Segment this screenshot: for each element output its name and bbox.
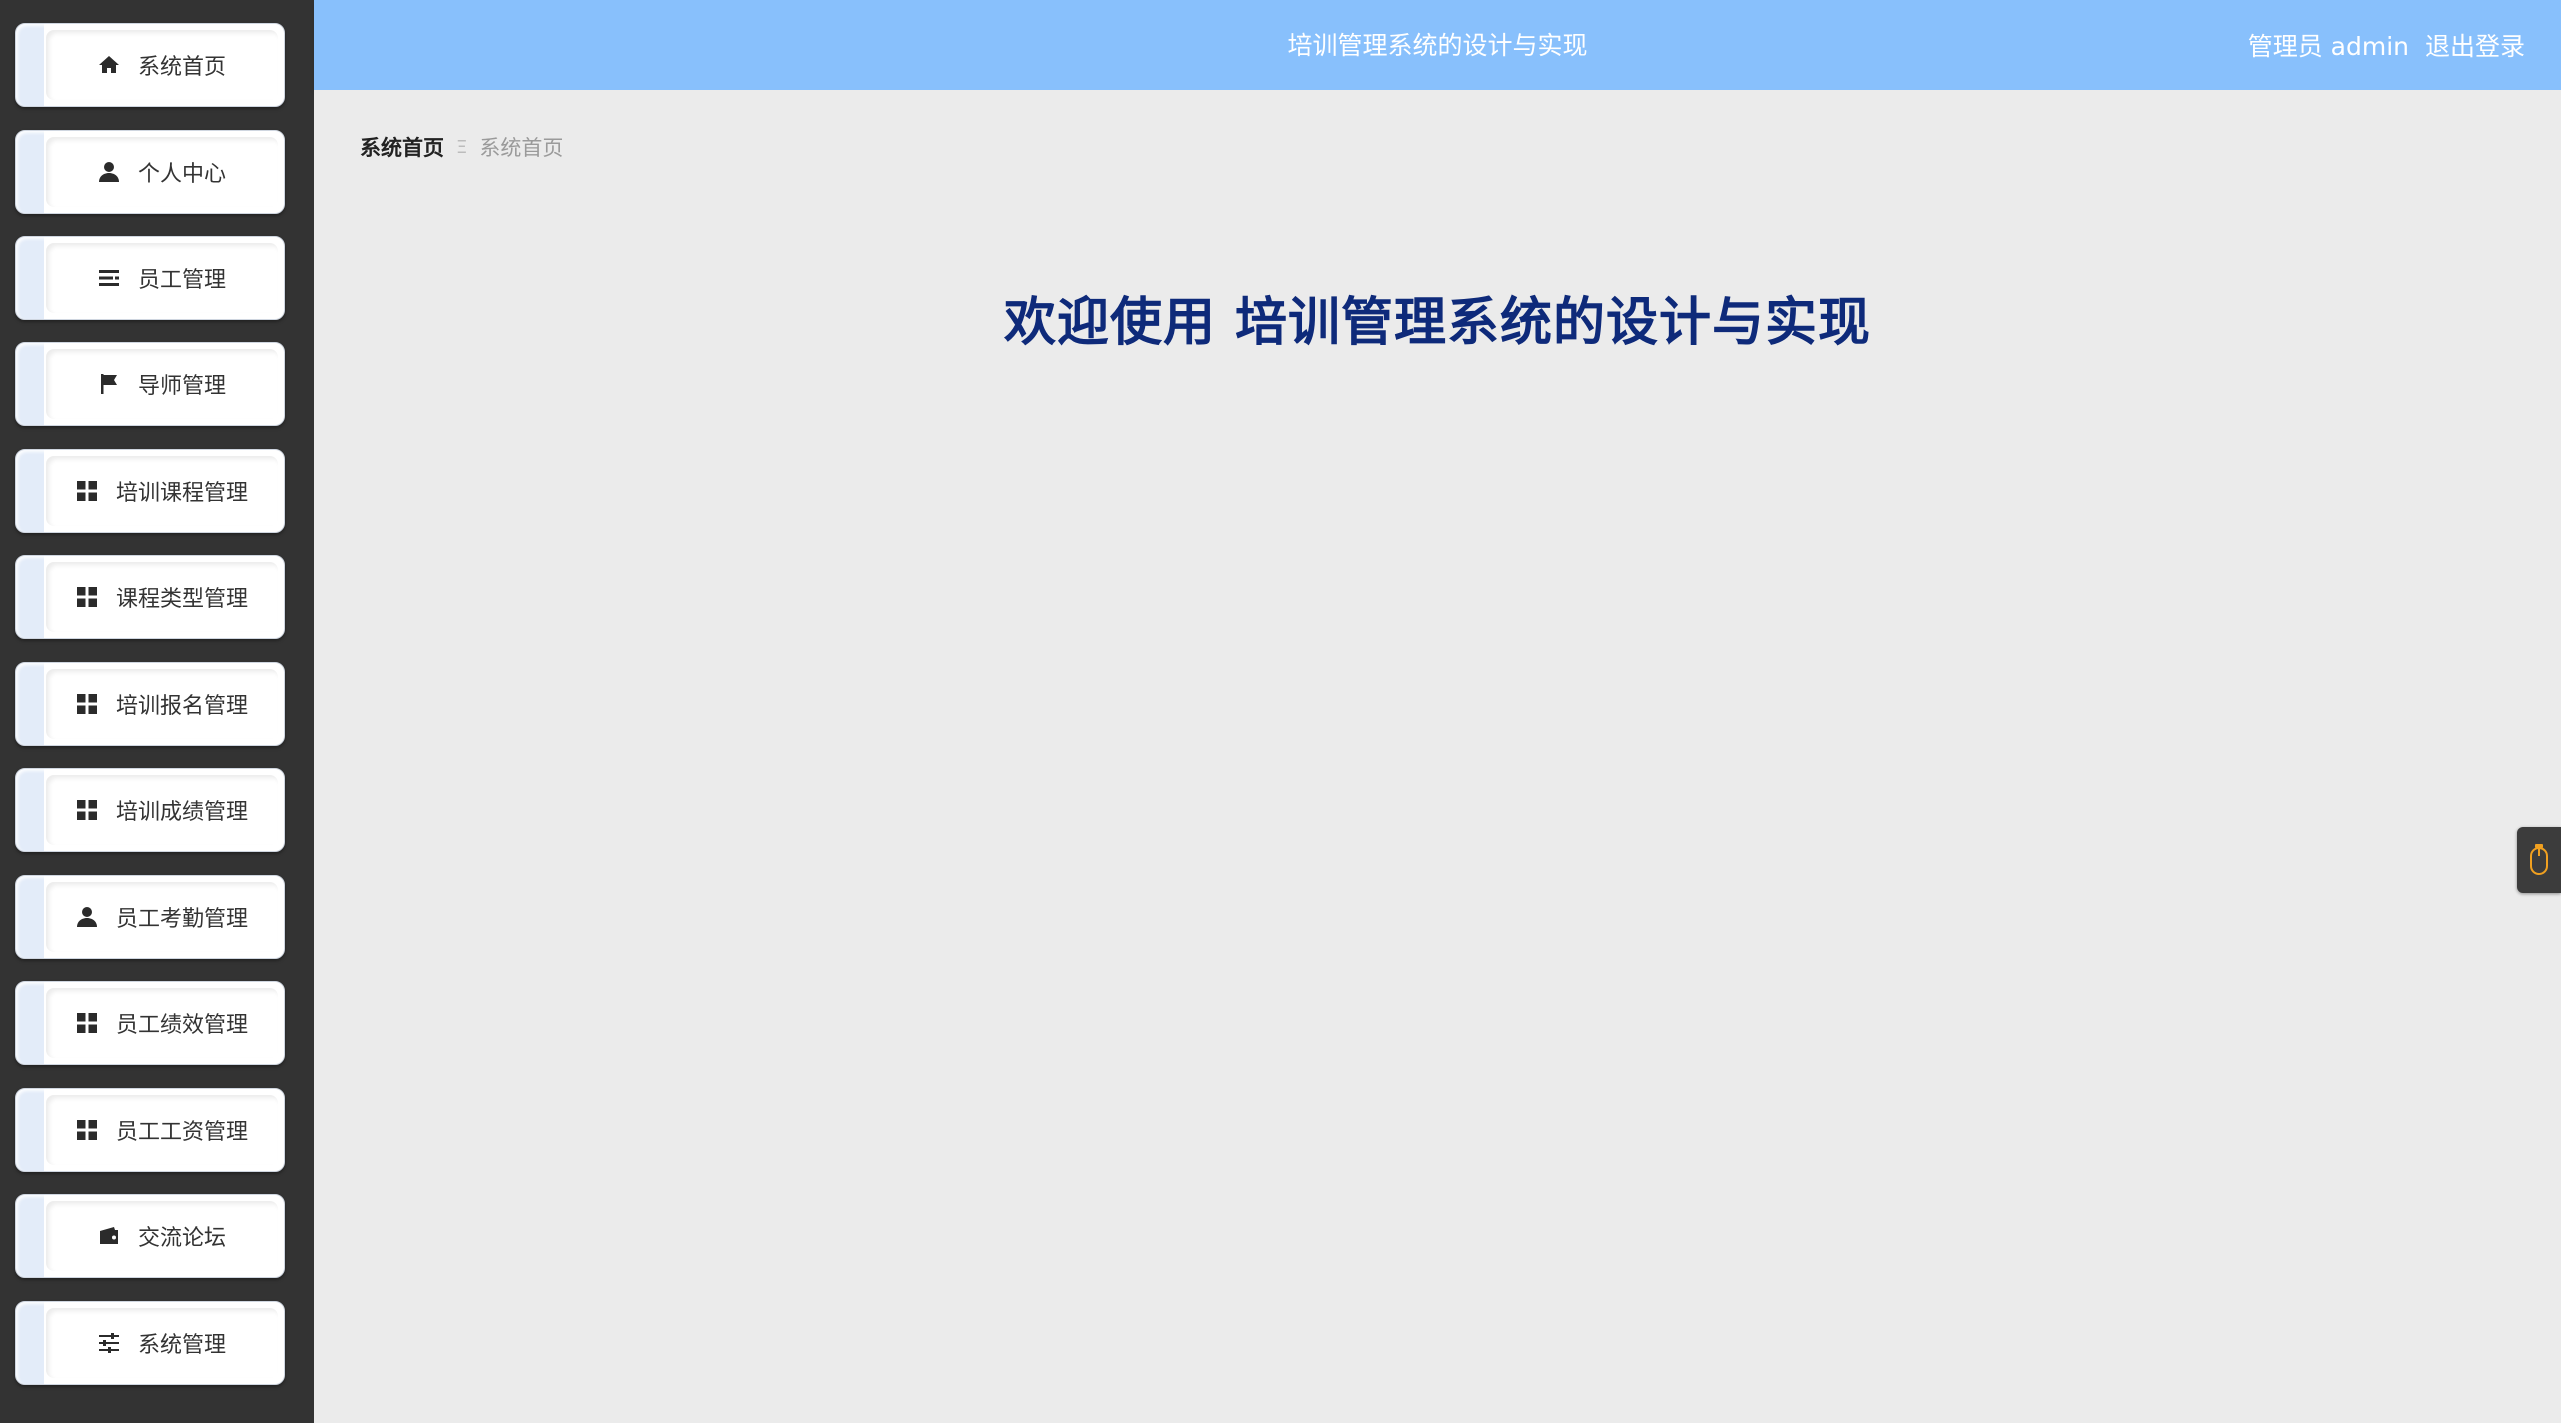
sidebar-item-course[interactable]: 培训课程管理 (15, 449, 285, 533)
sidebar-item-salary[interactable]: 员工工资管理 (15, 1088, 285, 1172)
sidebar-item-label: 员工工资管理 (115, 1120, 248, 1145)
user-area: 管理员 admin 退出登录 (2248, 0, 2525, 90)
floating-toolbar-button[interactable] (2517, 827, 2561, 893)
list-icon (96, 265, 122, 291)
grid-icon (74, 584, 100, 610)
sidebar-item-enrollment[interactable]: 培训报名管理 (15, 662, 285, 746)
sidebar-item-course-type[interactable]: 课程类型管理 (15, 555, 285, 639)
current-user: 管理员 admin (2247, 32, 2409, 61)
main-content: 系统首页 Ξ 系统首页 欢迎使用 培训管理系统的设计与实现 (314, 90, 2561, 1423)
top-header: 培训管理系统的设计与实现 管理员 admin 退出登录 (314, 0, 2561, 90)
wallet-icon (96, 1223, 122, 1249)
grid-icon (74, 478, 100, 504)
user-icon (74, 904, 100, 930)
sidebar-item-label: 交流论坛 (137, 1226, 226, 1251)
sidebar-item-employee[interactable]: 员工管理 (15, 236, 285, 320)
sidebar-item-label: 课程类型管理 (115, 587, 248, 612)
sidebar-item-score[interactable]: 培训成绩管理 (15, 768, 285, 852)
sidebar-item-label: 导师管理 (137, 374, 226, 399)
grid-icon (74, 1010, 100, 1036)
mouse-icon (2530, 844, 2548, 875)
breadcrumb: 系统首页 Ξ 系统首页 (360, 132, 563, 162)
sidebar-item-mentor[interactable]: 导师管理 (15, 342, 285, 426)
sidebar-item-label: 系统首页 (137, 55, 226, 80)
flag-icon (96, 371, 122, 397)
sidebar-item-label: 培训报名管理 (115, 694, 248, 719)
grid-icon (74, 797, 100, 823)
logout-button[interactable]: 退出登录 (2425, 27, 2525, 63)
breadcrumb-home-link[interactable]: 系统首页 (360, 132, 444, 162)
sidebar-item-home[interactable]: 系统首页 (15, 23, 285, 107)
sidebar-item-label: 培训成绩管理 (115, 800, 248, 825)
app-title: 培训管理系统的设计与实现 (1287, 31, 1588, 60)
welcome-heading: 欢迎使用 培训管理系统的设计与实现 (1003, 293, 1872, 353)
sidebar-item-label: 个人中心 (137, 162, 226, 187)
breadcrumb-separator: Ξ (456, 136, 468, 158)
sidebar-item-system[interactable]: 系统管理 (15, 1301, 285, 1385)
grid-icon (74, 691, 100, 717)
sidebar-item-attendance[interactable]: 员工考勤管理 (15, 875, 285, 959)
sliders-icon (96, 1330, 122, 1356)
sidebar-item-label: 员工绩效管理 (115, 1013, 248, 1038)
sidebar-item-forum[interactable]: 交流论坛 (15, 1194, 285, 1278)
home-icon (96, 52, 122, 78)
sidebar-item-profile[interactable]: 个人中心 (15, 130, 285, 214)
sidebar-item-label: 员工考勤管理 (115, 907, 248, 932)
sidebar-item-label: 员工管理 (137, 268, 226, 293)
grid-icon (74, 1117, 100, 1143)
sidebar-item-label: 培训课程管理 (115, 481, 248, 506)
sidebar-item-label: 系统管理 (137, 1333, 226, 1358)
breadcrumb-current-page: 系统首页 (479, 136, 564, 160)
app-root: 系统首页 个人中心 员工管理 导师管理 培训课程管理 课程类型管理 培训报名管理… (0, 0, 2561, 1423)
sidebar-item-performance[interactable]: 员工绩效管理 (15, 981, 285, 1065)
sidebar: 系统首页 个人中心 员工管理 导师管理 培训课程管理 课程类型管理 培训报名管理… (0, 0, 314, 1423)
user-icon (96, 159, 122, 185)
